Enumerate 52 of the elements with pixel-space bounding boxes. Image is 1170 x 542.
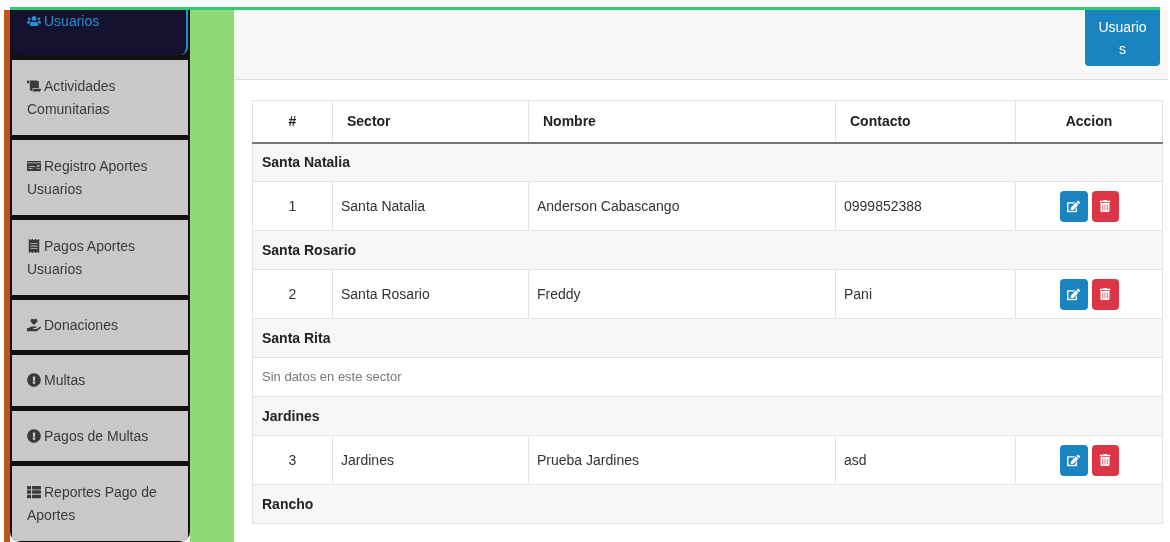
table-cell: 1 — [252, 181, 333, 231]
table-cell: Santa Natalia — [332, 181, 529, 231]
sector-group-row: Jardines — [252, 396, 1163, 436]
delete-button[interactable] — [1091, 190, 1119, 222]
exclamation-icon — [27, 373, 41, 387]
sidebar-item[interactable]: Multas — [12, 355, 188, 406]
edit-icon — [1067, 199, 1080, 213]
edit-button[interactable] — [1059, 190, 1088, 222]
table-cell: Anderson Cabascango — [528, 181, 836, 231]
delete-button[interactable] — [1091, 444, 1119, 476]
sidebar-item[interactable]: Reportes Pago de Aportes — [12, 466, 188, 541]
users-button[interactable]: Usuarios — [1085, 10, 1160, 66]
receipt-icon — [27, 238, 41, 253]
trash-icon — [1099, 454, 1111, 466]
sidebar-item[interactable]: Registro Aportes Usuarios — [12, 140, 188, 215]
edit-icon — [1067, 287, 1080, 301]
card-icon — [27, 158, 41, 173]
table-cell: 0999852388 — [835, 181, 1016, 231]
sector-group-row: Santa Rita — [252, 318, 1163, 358]
column-header: Contacto — [835, 100, 1016, 143]
edit-button[interactable] — [1059, 444, 1088, 476]
edit-icon — [1067, 453, 1080, 467]
column-header: Accion — [1015, 100, 1163, 143]
exclamation-icon — [27, 428, 41, 443]
scroll-icon — [27, 78, 41, 93]
empty-message: Sin datos en este sector — [252, 357, 1163, 397]
table-cell: Prueba Jardines — [528, 435, 836, 485]
table-cell: Santa Rosario — [332, 269, 529, 319]
delete-button[interactable] — [1091, 278, 1119, 310]
users-icon — [27, 14, 41, 28]
sector-group-row: Santa Rosario — [252, 230, 1163, 270]
trash-icon — [1099, 200, 1111, 212]
trash-icon — [1099, 288, 1111, 300]
edit-button[interactable] — [1059, 278, 1088, 310]
table-cell: Pani — [835, 269, 1016, 319]
column-header: # — [252, 100, 333, 143]
hand-heart-icon — [27, 317, 41, 332]
table-cell: 3 — [252, 435, 333, 485]
list-icon — [27, 484, 41, 499]
sidebar-item[interactable]: Pagos Aportes Usuarios — [12, 220, 188, 295]
sector-group-row: Santa Natalia — [252, 142, 1163, 182]
table-cell: asd — [835, 435, 1016, 485]
sidebar-item[interactable]: Donaciones — [12, 300, 188, 350]
sidebar-item[interactable]: Pagos de Multas — [12, 411, 188, 461]
table-cell: 2 — [252, 269, 333, 319]
table-cell: Freddy — [528, 269, 836, 319]
column-header: Nombre — [528, 100, 836, 143]
table-cell: Jardines — [332, 435, 529, 485]
sector-group-row: Rancho — [252, 484, 1163, 524]
sidebar-item[interactable]: Actividades Comunitarias — [12, 60, 188, 135]
sidebar-item[interactable]: Usuarios — [12, 10, 188, 55]
column-header: Sector — [332, 100, 529, 143]
